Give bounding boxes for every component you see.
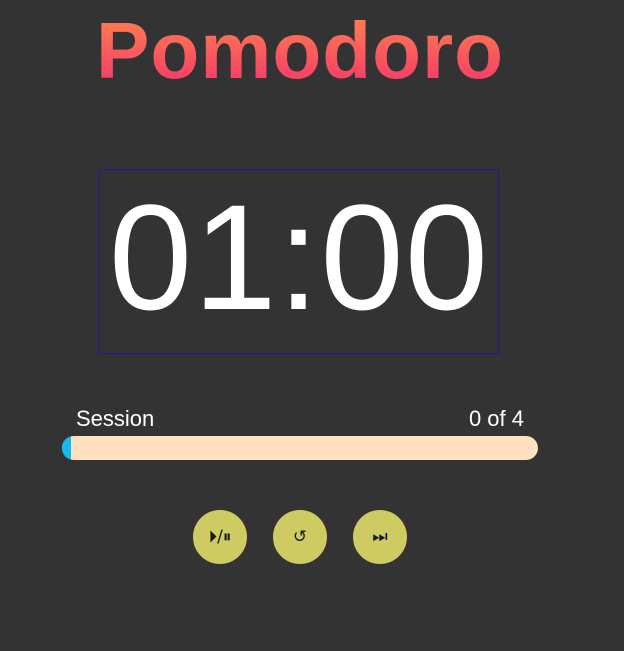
play-pause-button[interactable]: ⏵/⏸	[193, 510, 247, 564]
session-progress-bar	[62, 436, 538, 460]
timer-controls: ⏵/⏸ ↺ ⏭	[193, 510, 407, 564]
skip-button[interactable]: ⏭	[353, 510, 407, 564]
timer-display: 01:00	[99, 169, 499, 354]
reset-button[interactable]: ↺	[273, 510, 327, 564]
session-count: 0 of 4	[468, 406, 524, 431]
session-progress-fill	[62, 436, 71, 460]
reset-icon: ↺	[292, 527, 308, 547]
app-title: Pomodoro	[0, 6, 600, 96]
skip-next-icon: ⏭	[372, 527, 388, 547]
session-info: Session 0 of 4	[76, 406, 524, 432]
timer-text: 01:00	[108, 172, 490, 341]
play-pause-icon: ⏵/⏸	[208, 527, 232, 547]
session-label: Session	[76, 406, 155, 431]
pomodoro-app: Pomodoro 01:00 Session 0 of 4 ⏵/⏸ ↺ ⏭	[0, 0, 624, 651]
